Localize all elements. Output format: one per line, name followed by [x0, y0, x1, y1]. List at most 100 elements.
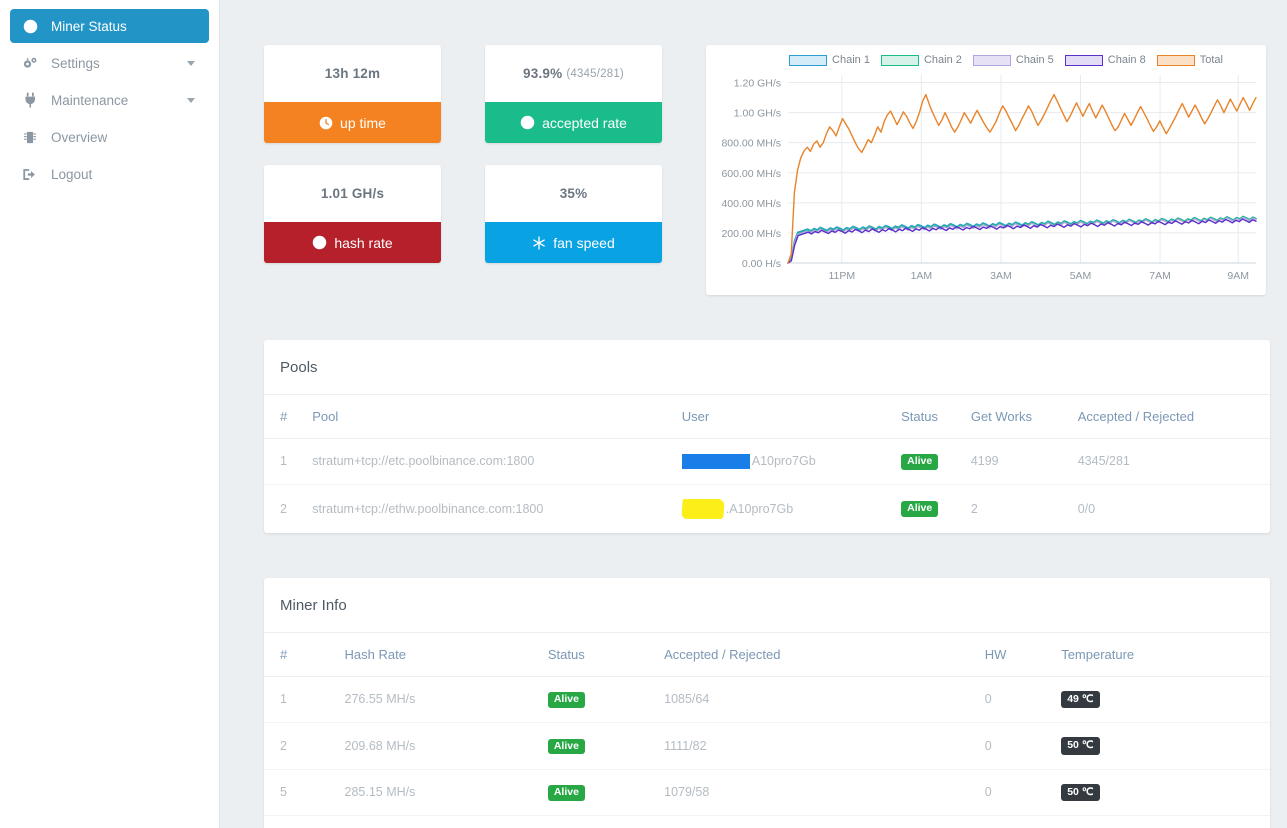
pool-url: stratum+tcp://etc.poolbinance.com:1800: [312, 438, 682, 485]
stat-label: hash rate: [334, 234, 393, 251]
miner-info-table: # Hash Rate Status Accepted / Rejected HW Tem…: [264, 632, 1270, 828]
chip-icon: [20, 130, 40, 145]
svg-text:11PM: 11PM: [828, 270, 855, 282]
gears-icon: [20, 56, 40, 71]
main-content: 13h 12m up time 93.9% (4345/281) accepted ra…: [220, 0, 1287, 828]
sidebar-item-miner-status[interactable]: Miner Status: [10, 9, 209, 43]
legend-item-chain-1[interactable]: Chain 1: [789, 54, 870, 66]
legend-item-total[interactable]: Total: [1156, 54, 1223, 66]
legend-swatch: [972, 54, 1011, 66]
hashrate-chart-card: Chain 1 Chain 2 Chain 5 Chain 8 Total 1.20 G…: [706, 45, 1266, 295]
sidebar-item-overview[interactable]: Overview: [10, 120, 209, 154]
svg-text:9AM: 9AM: [1227, 270, 1249, 282]
chevron-down-icon[interactable]: [187, 98, 195, 103]
miner-hw: 0: [984, 769, 1062, 816]
column-header: Status: [901, 395, 971, 439]
redaction-mark: [681, 498, 725, 519]
pool-accepted-rejected: 0/0: [1077, 501, 1096, 516]
snowflake-icon: [532, 235, 546, 250]
pools-table-header-row: # Pool User Status Get Works Accepted / Rejec…: [264, 395, 1270, 439]
sidebar: Miner Status Settings Maintenance Overview L…: [0, 0, 220, 828]
stat-card-fan-speed: 35% fan speed: [485, 165, 662, 263]
sidebar-item-label: Maintenance: [51, 92, 129, 108]
dashboard-top-row: 13h 12m up time 93.9% (4345/281) accepted ra…: [264, 45, 1266, 295]
sidebar-item-settings[interactable]: Settings: [10, 46, 209, 80]
status-badge: Alive: [547, 692, 585, 708]
miner-status: Alive: [547, 769, 665, 816]
pool-url: stratum+tcp://ethw.poolbinance.com:1800: [312, 501, 544, 516]
stat-value-main: 1.01 GH/s: [320, 186, 385, 201]
svg-text:1.20 GH/s: 1.20 GH/s: [734, 78, 781, 90]
legend-item-chain-2[interactable]: Chain 2: [880, 54, 962, 66]
column-header: User: [681, 395, 902, 439]
status-badge: Alive: [901, 454, 939, 470]
miner-hash-rate: 235.87 MH/s: [345, 816, 548, 828]
miner-status: Alive: [547, 722, 665, 770]
sidebar-item-label: Settings: [51, 55, 100, 71]
legend-label: Chain 5: [1015, 54, 1054, 66]
svg-text:0.00 H/s: 0.00 H/s: [742, 258, 781, 270]
miner-accepted-rejected: 1070/77: [664, 816, 985, 828]
pool-index: 1: [264, 438, 313, 485]
miner-hash-rate: 209.68 MH/s: [344, 722, 548, 770]
legend-swatch: [1156, 54, 1195, 66]
pools-title: Pools: [264, 340, 1270, 395]
miner-accepted-rejected: 1085/64: [664, 676, 985, 723]
stat-footer: hash rate: [264, 222, 441, 263]
miner-status: Alive: [547, 676, 665, 723]
stat-card-accepted-rate: 93.9% (4345/281) accepted rate: [485, 45, 662, 143]
miner-accepted-rejected: 1079/58: [664, 769, 985, 816]
status-badge: Alive: [901, 501, 939, 517]
pool-accepted-rejected: 4345/281: [1077, 438, 1270, 485]
stat-value: 1.01 GH/s: [264, 165, 441, 222]
pool-status: Alive: [901, 484, 971, 533]
miner-hw: 0: [985, 816, 1061, 828]
sidebar-item-label: Logout: [51, 166, 93, 182]
gauge-icon: [20, 19, 40, 34]
miner-hw: 0: [984, 722, 1062, 770]
stat-footer: up time: [264, 102, 441, 143]
stat-card-hash-rate: 1.01 GH/s hash rate: [264, 165, 441, 263]
column-header: Accepted / Rejected: [664, 632, 985, 677]
sidebar-item-label: Miner Status: [51, 18, 127, 34]
table-row: 1 276.55 MH/s Alive 1085/64 0 49 ℃: [264, 676, 1270, 723]
miner-temperature: 50 ℃: [1061, 722, 1270, 770]
stat-label: up time: [340, 114, 386, 131]
miner-index: 2: [264, 722, 345, 770]
svg-text:1AM: 1AM: [911, 270, 933, 282]
table-row: 5 285.15 MH/s Alive 1079/58 0 50 ℃: [264, 769, 1270, 816]
legend-item-chain-5[interactable]: Chain 5: [972, 54, 1054, 66]
app-root: Miner Status Settings Maintenance Overview L…: [0, 0, 1287, 828]
stat-footer: accepted rate: [485, 102, 662, 143]
column-header: Accepted / Rejected: [1077, 395, 1270, 439]
legend-item-chain-8[interactable]: Chain 8: [1064, 54, 1146, 66]
column-header: Temperature: [1061, 632, 1270, 677]
status-badge: Alive: [547, 738, 585, 754]
sidebar-item-maintenance[interactable]: Maintenance: [10, 83, 209, 117]
sidebar-item-logout[interactable]: Logout: [10, 157, 209, 191]
chart-legend: Chain 1 Chain 2 Chain 5 Chain 8 Total: [750, 51, 1262, 69]
pools-table: # Pool User Status Get Works Accepted / Rejec…: [264, 395, 1270, 533]
hashrate-chart: 1.20 GH/s 1.00 GH/s 800.00 MH/s 600.00 MH/s…: [710, 69, 1262, 293]
pool-user-label: .A10pro7Gb: [725, 501, 794, 516]
miner-temperature: 47 ℃: [1061, 816, 1270, 828]
sidebar-item-label: Overview: [51, 129, 108, 145]
stat-value-main: 93.9%: [523, 66, 563, 81]
redaction-mark: [681, 453, 750, 469]
temperature-badge: 49 ℃: [1061, 690, 1100, 708]
legend-label: Chain 1: [832, 54, 870, 66]
miner-hash-rate: 276.55 MH/s: [344, 676, 548, 723]
pools-panel: Pools # Pool User Status Get Works Accepted /…: [264, 340, 1270, 533]
stat-value-main: 35%: [559, 186, 588, 201]
gauge-icon: [520, 115, 535, 130]
temperature-badge: 50 ℃: [1061, 737, 1100, 755]
legend-label: Total: [1199, 54, 1223, 66]
column-header: Hash Rate: [344, 632, 548, 677]
column-header: #: [264, 632, 345, 677]
pools-table-body: 1 stratum+tcp://etc.poolbinance.com:1800 A…: [264, 438, 1270, 533]
legend-swatch: [880, 54, 919, 66]
pool-user-label: A10pro7Gb: [751, 454, 816, 469]
chevron-down-icon[interactable]: [187, 61, 195, 66]
miner-info-title: Miner Info: [264, 578, 1270, 633]
miner-temperature: 49 ℃: [1061, 676, 1270, 723]
